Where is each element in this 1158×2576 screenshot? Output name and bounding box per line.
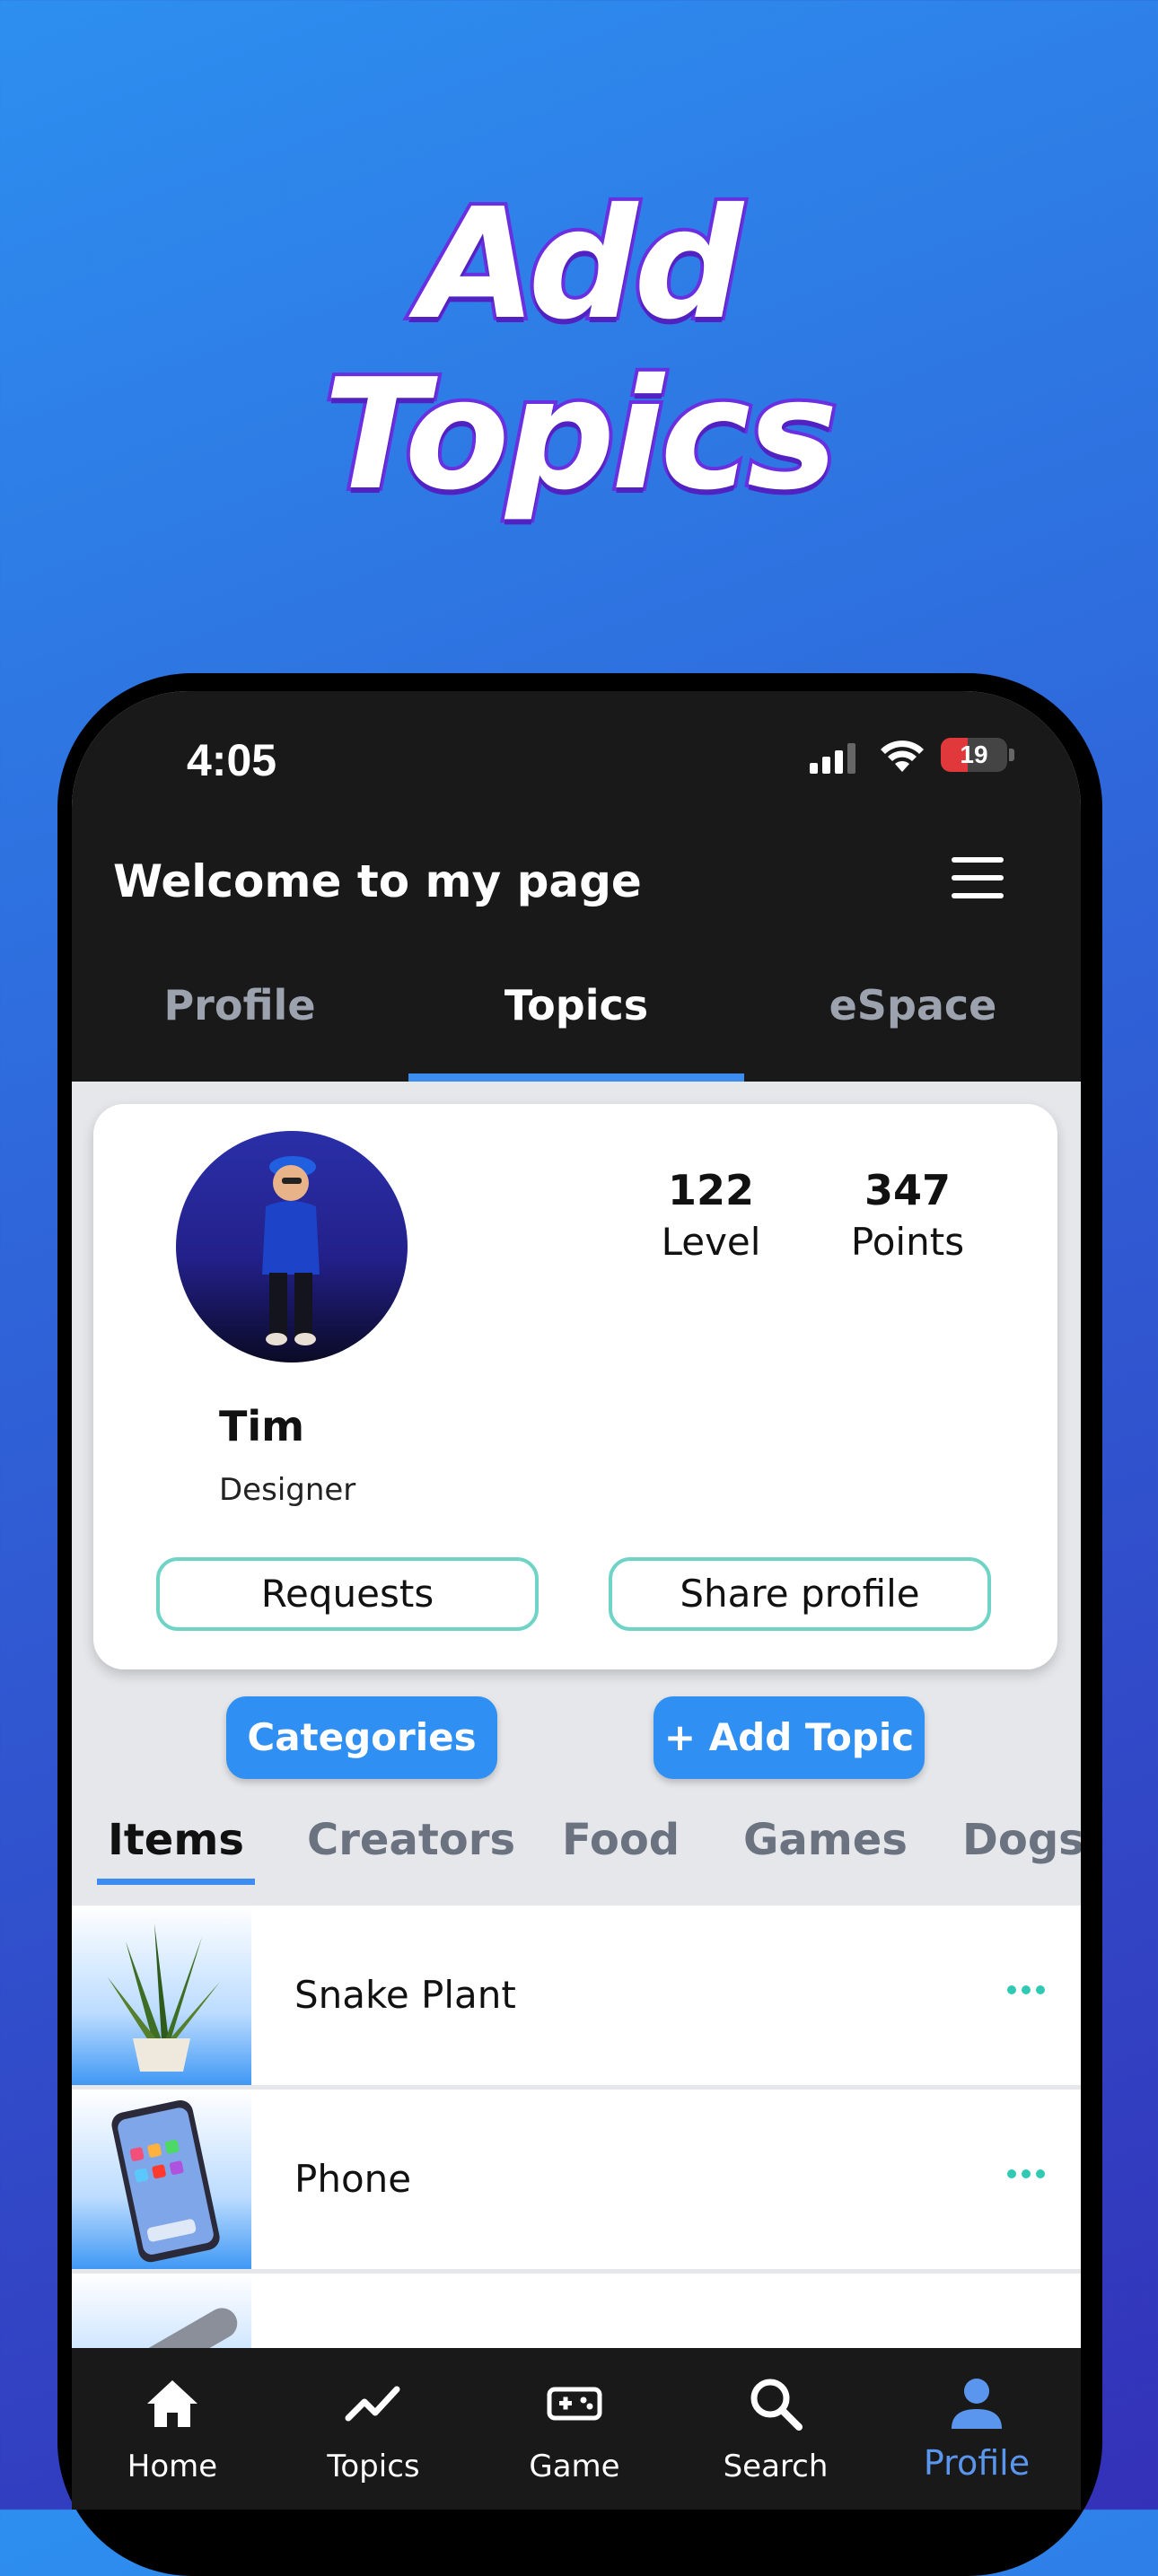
tab-profile[interactable]: Profile [72,947,408,1082]
user-role: Designer [219,1472,356,1508]
share-profile-button[interactable]: Share profile [609,1557,991,1631]
page-title: Welcome to my page [113,855,642,907]
list-item[interactable]: Snake Plant [72,1906,1081,2085]
add-topic-button[interactable]: + Add Topic [654,1696,925,1779]
topic-sub-tabs: Items Creators Food Games Dogs [72,1804,1081,1885]
tab-espace[interactable]: eSpace [745,947,1081,1082]
nav-search-label: Search [723,2449,829,2484]
level-value: 122 [667,1166,755,1214]
item-label: Phone [294,2157,412,2201]
stat-level: 122 Level [621,1163,801,1267]
nav-topics-label: Topics [327,2449,420,2484]
battery-icon: 19 [941,738,1007,772]
avatar-figure [262,1156,320,1345]
headline-line-1: Add [415,176,747,354]
nav-home-label: Home [127,2449,218,2484]
hamburger-menu-icon[interactable] [952,857,1004,898]
avatar [176,1131,408,1362]
search-icon [750,2379,803,2431]
status-time: 4:05 [187,735,277,785]
person-icon [952,2379,1002,2429]
subtab-items[interactable]: Items [97,1804,255,1885]
list-item[interactable]: Phone [72,2090,1081,2269]
nav-home[interactable]: Home [72,2348,273,2510]
battery-level: 19 [960,740,988,768]
promo-headline: Add Topics [0,176,1158,524]
nav-game-label: Game [529,2449,620,2484]
more-options-icon[interactable] [1002,2165,1045,2182]
points-value: 347 [864,1166,952,1214]
phone-image [72,2090,251,2269]
snake-plant-image [72,1906,251,2085]
categories-button[interactable]: Categories [226,1696,497,1779]
app-bar: Welcome to my page [72,812,1081,947]
gamepad-icon [547,2387,602,2421]
nav-profile[interactable]: Profile [876,2348,1077,2510]
nav-topics[interactable]: Topics [273,2348,474,2510]
stat-points: 347 Points [818,1163,997,1267]
battery-tip [1009,749,1014,761]
points-label: Points [850,1220,965,1264]
subtab-creators[interactable]: Creators [307,1804,515,1885]
subtab-games[interactable]: Games [743,1804,908,1885]
status-bar: 4:05 19 [72,691,1081,812]
headline-line-2: Topics [320,346,842,524]
item-label: Snake Plant [294,1973,516,2017]
profile-card: 122 Level 347 Points Tim Designer Reques… [93,1104,1057,1669]
home-icon [147,2380,197,2427]
cellular-signal-icon [810,743,855,774]
subtab-dogs[interactable]: Dogs [962,1804,1081,1885]
tab-topics[interactable]: Topics [408,947,744,1082]
main-tabs: Profile Topics eSpace [72,947,1081,1082]
level-label: Level [661,1220,761,1264]
bottom-navigation: Home Topics Game Search Profile [72,2348,1081,2510]
wifi-icon [881,740,924,772]
nav-search[interactable]: Search [675,2348,876,2510]
requests-button[interactable]: Requests [156,1557,539,1631]
more-options-icon[interactable] [1002,1981,1045,1998]
phone-screen: 4:05 19 Welcome to my page Profile Topic… [72,691,1081,2510]
trending-icon [345,2386,400,2422]
user-name: Tim [219,1402,305,1450]
nav-profile-label: Profile [923,2443,1031,2483]
subtab-food[interactable]: Food [562,1804,680,1885]
nav-game[interactable]: Game [474,2348,675,2510]
